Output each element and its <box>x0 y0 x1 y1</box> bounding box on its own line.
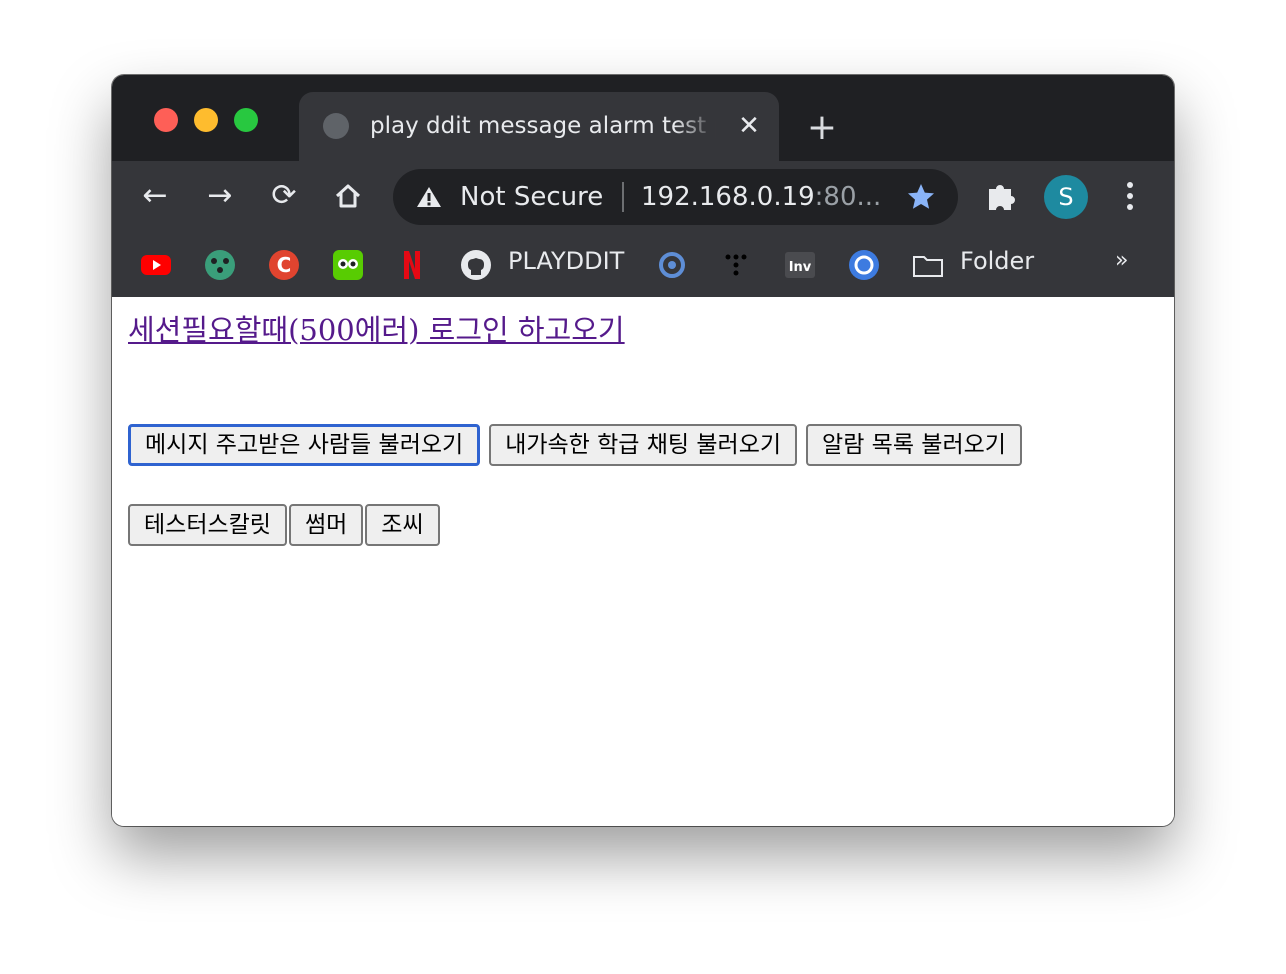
bookmarks-bar: C PLAYDDIT Inv Folder » <box>112 231 1174 297</box>
new-tab-button[interactable]: + <box>802 108 842 148</box>
load-alarm-list-button[interactable]: 알람 목록 불러오기 <box>806 424 1022 466</box>
load-message-partners-button[interactable]: 메시지 주고받은 사람들 불러오기 <box>128 424 481 466</box>
page-content: 세션필요할때(500에러) 로그인 하고오기 메시지 주고받은 사람들 불러오기… <box>112 297 1174 826</box>
extensions-puzzle-icon[interactable] <box>985 179 1019 213</box>
graph-app-icon[interactable] <box>204 249 236 281</box>
user-button-summer[interactable]: 썸머 <box>288 504 364 546</box>
load-class-chat-button[interactable]: 내가속한 학급 채팅 불러오기 <box>489 424 798 466</box>
home-icon[interactable] <box>328 176 368 216</box>
close-tab-icon[interactable]: ✕ <box>732 109 766 143</box>
c-app-icon[interactable]: C <box>268 249 300 281</box>
url-port: :80... <box>814 182 882 212</box>
duolingo-icon[interactable] <box>332 249 364 281</box>
netflix-icon[interactable] <box>396 249 428 281</box>
browser-window: play ddit message alarm test page ✕ + ← … <box>112 75 1174 826</box>
omnibox-divider <box>622 182 624 212</box>
refresh-app-icon[interactable] <box>848 249 880 281</box>
address-bar[interactable]: Not Secure 192.168.0.19:80... <box>393 169 958 225</box>
close-window-button[interactable] <box>154 108 178 132</box>
bookmark-folder-label[interactable]: Folder <box>960 245 1034 277</box>
youtube-icon[interactable] <box>140 249 172 281</box>
github-icon[interactable] <box>460 249 492 281</box>
user-button-jo[interactable]: 조씨 <box>365 504 440 546</box>
title-bar: play ddit message alarm test page ✕ + <box>112 75 1174 161</box>
security-label[interactable]: Not Secure <box>460 180 603 214</box>
session-login-link[interactable]: 세션필요할때(500에러) 로그인 하고오기 <box>128 311 625 349</box>
load-buttons-row: 메시지 주고받은 사람들 불러오기 내가속한 학급 채팅 불러오기 알람 목록 … <box>128 424 1022 466</box>
browser-toolbar: ← → ⟳ Not Secure 192.168.0.19:80... S <box>112 161 1174 231</box>
inven-icon[interactable]: Inv <box>784 249 816 281</box>
user-button-tester[interactable]: 테스터스칼릿 <box>128 504 287 546</box>
svg-text:C: C <box>277 253 292 277</box>
target-app-icon[interactable] <box>656 249 688 281</box>
dots-app-icon[interactable] <box>720 249 752 281</box>
globe-icon <box>323 113 349 139</box>
bookmark-star-icon[interactable] <box>906 182 936 212</box>
svg-text:Inv: Inv <box>789 260 812 275</box>
folder-icon[interactable] <box>912 249 944 281</box>
minimize-window-button[interactable] <box>194 108 218 132</box>
url-host: 192.168.0.19 <box>641 182 815 212</box>
reload-icon[interactable]: ⟳ <box>264 176 304 216</box>
browser-tab[interactable]: play ddit message alarm test page ✕ <box>299 92 779 161</box>
zoom-window-button[interactable] <box>234 108 258 132</box>
menu-kebab-icon[interactable] <box>1120 179 1140 213</box>
url-text[interactable]: 192.168.0.19:80... <box>641 180 881 214</box>
bookmark-playddit-label[interactable]: PLAYDDIT <box>508 245 624 277</box>
warning-icon[interactable] <box>416 185 442 209</box>
back-icon[interactable]: ← <box>135 176 175 216</box>
user-buttons-row: 테스터스칼릿 썸머 조씨 <box>128 504 440 546</box>
forward-icon[interactable]: → <box>200 176 240 216</box>
profile-avatar[interactable]: S <box>1044 175 1088 219</box>
bookmarks-overflow-button[interactable]: » <box>1115 245 1128 277</box>
tab-title: play ddit message alarm test page <box>370 113 716 139</box>
